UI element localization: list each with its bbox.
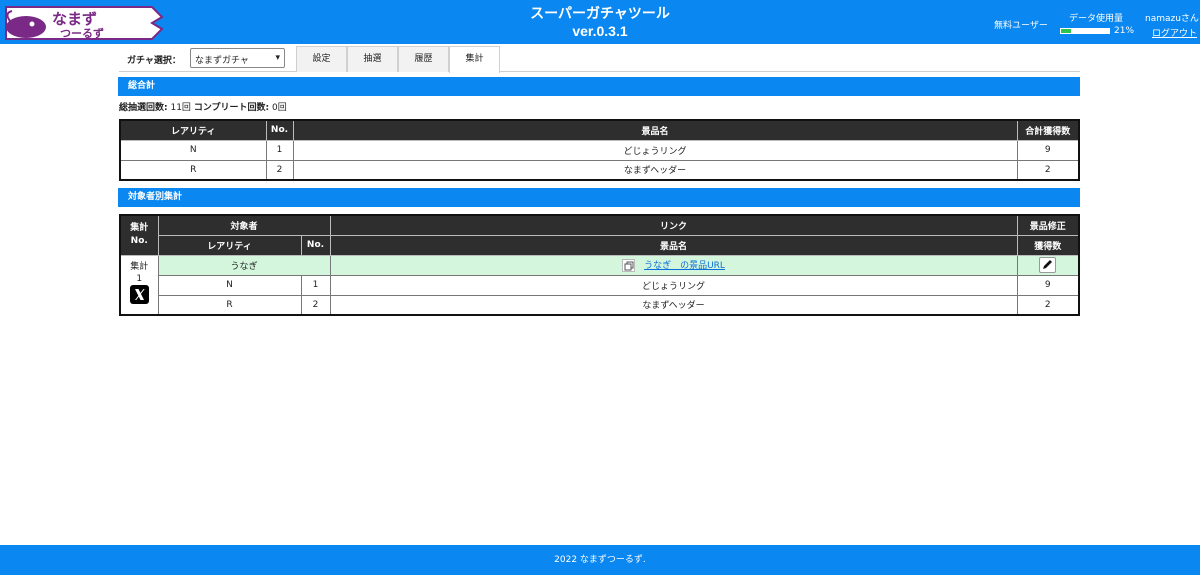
total-draws-label: 総抽選回数: <box>119 103 168 113</box>
col-no: No. <box>265 119 294 141</box>
target-link-cell: うなぎ の景品URL <box>329 254 1018 276</box>
table-row: R 2 なまずヘッダー 2 <box>119 159 1080 181</box>
agg-cell: 集計 1 <box>119 254 159 316</box>
cell-count: 2 <box>1016 159 1080 181</box>
logout-link[interactable]: ログアウト <box>1152 26 1197 39</box>
by-target-section-title: 対象者別集計 <box>118 188 1080 207</box>
data-usage-fill <box>1061 29 1072 33</box>
username: namazuさん <box>1145 14 1199 24</box>
tab-draw[interactable]: 抽選 <box>347 46 398 72</box>
cell-prize-name: どじょうリング <box>292 139 1018 161</box>
tab-summary[interactable]: 集計 <box>449 46 500 73</box>
pencil-icon <box>1043 260 1053 269</box>
col-agg-no-line1: 集計 <box>130 223 149 234</box>
total-draws-value: 11回 <box>170 103 191 113</box>
col-agg-no: 集計 No. <box>119 214 159 256</box>
by-target-table: 集計 No. 対象者 リンク 景品修正 レアリティ No. 景品名 獲得数 集計… <box>119 214 1080 316</box>
cell-prize-name: なまずヘッダー <box>329 294 1018 316</box>
data-usage-label: データ使用量 <box>1069 14 1124 24</box>
table-row: R 2 なまずヘッダー 2 <box>120 294 1080 316</box>
complete-count-value: 0回 <box>272 103 287 113</box>
col-link: リンク <box>329 214 1018 236</box>
prize-url-link[interactable]: うなぎ の景品URL <box>644 261 725 271</box>
col-target: 対象者 <box>157 214 331 236</box>
gacha-select-value: なまずガチャ <box>195 56 249 66</box>
col-agg-no-line2: No. <box>130 236 148 247</box>
col-rarity: レアリティ <box>157 234 302 256</box>
cell-count: 9 <box>1016 139 1080 161</box>
col-count: 獲得数 <box>1016 234 1080 256</box>
target-user-row: 集計 1 うなぎ うなぎ の景品URL <box>119 254 1080 316</box>
cell-no: 2 <box>265 159 294 181</box>
col-rarity: レアリティ <box>119 119 267 141</box>
cell-rarity: R <box>119 159 267 181</box>
table-row: N 1 どじょうリング 9 <box>120 274 1080 296</box>
cell-prize-name: どじょうリング <box>329 274 1018 296</box>
tab-settings[interactable]: 設定 <box>296 46 347 72</box>
chevron-down-icon: ▾ <box>275 53 280 63</box>
col-prize-name: 景品名 <box>292 119 1018 141</box>
gacha-select[interactable]: なまずガチャ ▾ <box>190 48 285 68</box>
edit-prize-button[interactable] <box>1039 257 1057 273</box>
cell-count: 2 <box>1016 294 1080 316</box>
plan-label: 無料ユーザー <box>994 21 1048 31</box>
data-usage-percent: 21% <box>1114 26 1135 36</box>
cell-prize-name: なまずヘッダー <box>292 159 1018 181</box>
summary-table: レアリティ No. 景品名 合計獲得数 N 1 どじょうリング 9 R 2 なま… <box>119 119 1080 181</box>
table-row: N 1 どじょうリング 9 <box>119 139 1080 161</box>
toolbar: ガチャ選択： なまずガチャ ▾ 設定 抽選 履歴 集計 <box>119 46 1080 73</box>
cell-rarity: N <box>157 274 302 296</box>
cell-rarity: R <box>157 294 302 316</box>
page-footer: 2022 なまずつーるず. <box>0 545 1200 575</box>
data-usage-bar <box>1060 28 1110 34</box>
col-no: No. <box>300 234 331 256</box>
app-header: なまず つーるず スーパーガチャツール ver.0.3.1 無料ユーザー データ… <box>0 0 1200 44</box>
col-edit: 景品修正 <box>1016 214 1080 236</box>
x-logo-icon <box>134 289 145 301</box>
cell-no: 1 <box>300 274 331 296</box>
col-prize-name: 景品名 <box>329 234 1018 256</box>
target-name: うなぎ <box>157 254 331 276</box>
totals-line: 総抽選回数: 11回 コンプリート回数: 0回 <box>119 100 287 113</box>
complete-count-label: コンプリート回数: <box>193 103 270 113</box>
gacha-select-label: ガチャ選択： <box>127 56 181 66</box>
copy-icon[interactable] <box>622 259 636 272</box>
cell-no: 1 <box>265 139 294 161</box>
x-share-button[interactable] <box>129 285 149 305</box>
col-total-count: 合計獲得数 <box>1016 119 1080 141</box>
summary-section-title: 総合計 <box>118 77 1080 96</box>
cell-count: 9 <box>1016 274 1080 296</box>
edit-cell <box>1016 254 1080 276</box>
tab-history[interactable]: 履歴 <box>398 46 449 72</box>
agg-label: 集計 <box>130 262 149 273</box>
cell-no: 2 <box>300 294 331 316</box>
cell-rarity: N <box>119 139 267 161</box>
agg-no: 1 <box>136 274 143 285</box>
